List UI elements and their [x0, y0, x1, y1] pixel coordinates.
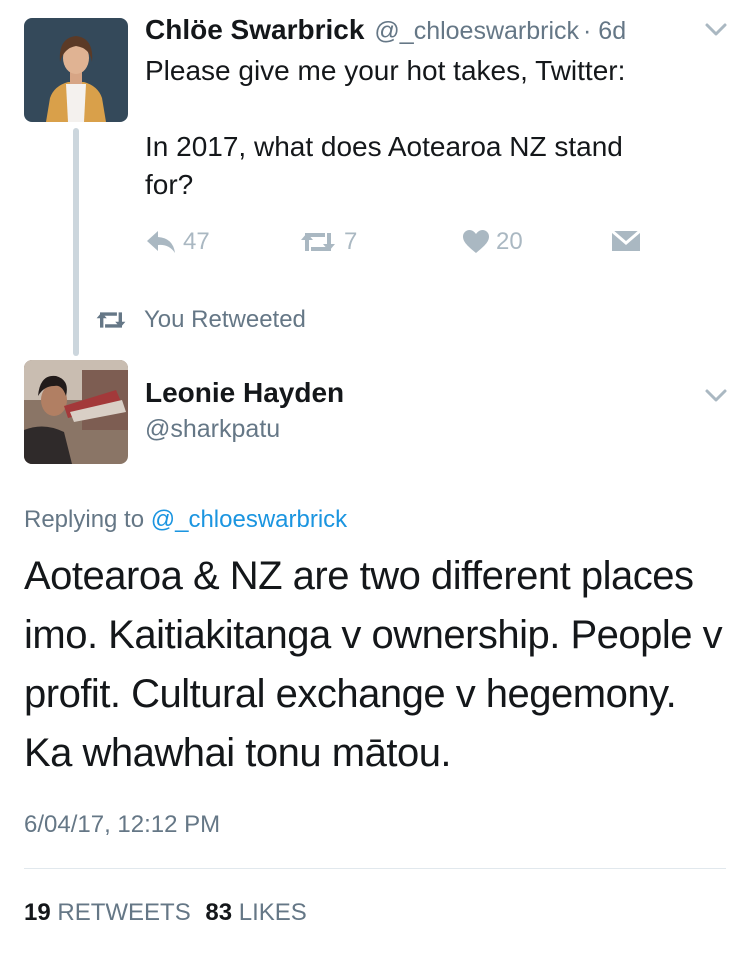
reply-count: 47 — [183, 228, 210, 255]
retweet-icon — [301, 233, 335, 251]
heart-icon — [463, 230, 489, 253]
chevron-down-icon[interactable] — [704, 388, 728, 409]
divider — [24, 868, 726, 869]
retweet-icon — [96, 312, 126, 328]
author-handle[interactable]: @sharkpatu — [145, 415, 280, 444]
retweet-button[interactable]: 7 — [298, 228, 357, 256]
avatar-leonie-image — [24, 360, 128, 464]
avatar-chloe-image — [24, 18, 128, 122]
avatar-leonie[interactable] — [24, 360, 128, 464]
text-line: profit. Cultural exchange v hegemony. — [24, 672, 677, 716]
likes-stat[interactable]: 83 LIKES — [205, 899, 306, 926]
text-line: Aotearoa & NZ are two different places — [24, 554, 694, 598]
text-line: imo. Kaitiakitanga v ownership. People v — [24, 613, 723, 657]
likes-count: 83 — [205, 899, 233, 926]
like-count: 20 — [496, 228, 523, 255]
retweet-count: 7 — [344, 228, 358, 255]
direct-message-button[interactable] — [611, 230, 647, 252]
tweet-timestamp[interactable]: 6/04/17, 12:12 PM — [24, 811, 220, 839]
like-button[interactable]: 20 — [462, 228, 523, 256]
parent-tweet-text: Please give me your hot takes, Twitter: … — [145, 52, 725, 204]
likes-label: LIKES — [238, 899, 307, 926]
main-tweet-text: Aotearoa & NZ are two different places i… — [24, 547, 744, 783]
author-handle[interactable]: @_chloeswarbrick — [374, 17, 579, 46]
text-line: In 2017, what does Aotearoa NZ stand — [145, 131, 623, 162]
reply-button[interactable]: 47 — [145, 228, 210, 256]
retweets-stat[interactable]: 19 RETWEETS — [24, 899, 197, 926]
retweets-label: RETWEETS — [57, 899, 191, 926]
thread-connector-line — [73, 128, 79, 356]
envelope-icon — [611, 230, 641, 251]
text-line: Please give me your hot takes, Twitter: — [145, 55, 626, 86]
text-line: for? — [145, 169, 194, 200]
avatar-chloe[interactable] — [24, 18, 128, 122]
tweet-age[interactable]: · 6d — [583, 17, 626, 46]
tweet-stats: 19 RETWEETS 83 LIKES — [24, 899, 307, 927]
replying-to: Replying to @_chloeswarbrick — [24, 506, 347, 534]
replying-to-handle-link[interactable]: @_chloeswarbrick — [151, 506, 347, 533]
retweets-count: 19 — [24, 899, 51, 926]
replying-prefix: Replying to — [24, 506, 145, 533]
retweet-context: You Retweeted — [94, 306, 306, 334]
author-name[interactable]: Chlöe Swarbrick — [145, 14, 364, 46]
reply-icon — [147, 231, 175, 253]
chevron-down-icon[interactable] — [704, 22, 728, 43]
author-name[interactable]: Leonie Hayden — [145, 377, 344, 409]
you-retweeted-label: You Retweeted — [144, 306, 306, 333]
parent-tweet-header: Chlöe Swarbrick @_chloeswarbrick · 6d — [145, 14, 626, 46]
text-line: Ka whawhai tonu mātou. — [24, 731, 452, 775]
